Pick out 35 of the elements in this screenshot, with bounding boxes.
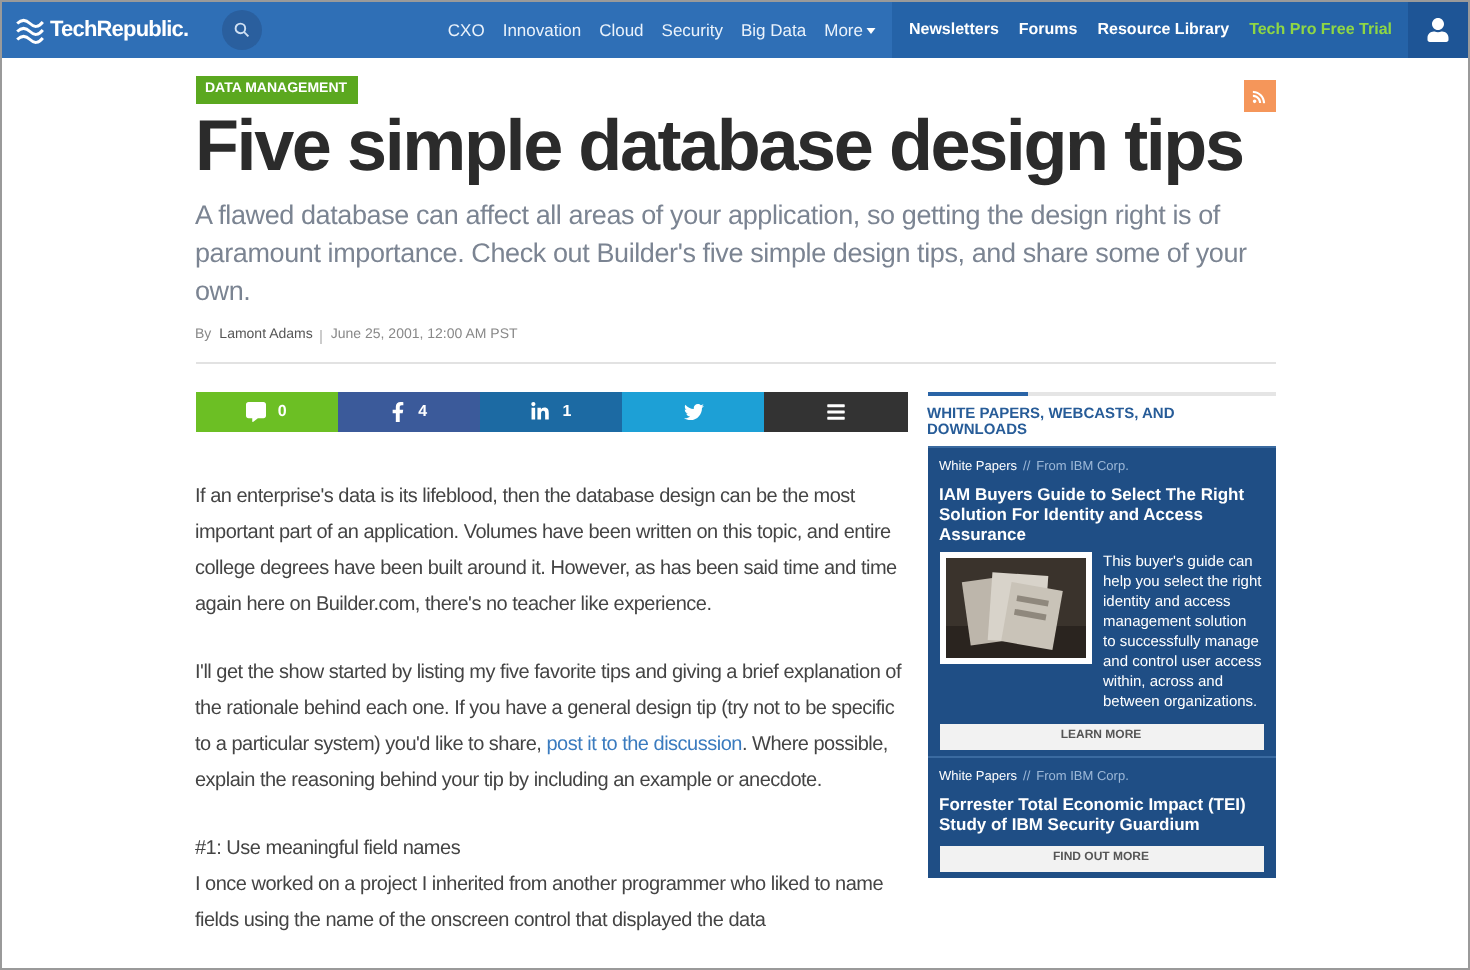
promo-title[interactable]: Forrester Total Economic Impact (TEI) Study of IBM Security Guardium xyxy=(939,793,1263,833)
account-button[interactable] xyxy=(1408,2,1468,58)
utility-link[interactable]: Tech Pro Free Trial xyxy=(1249,18,1392,42)
search-button[interactable] xyxy=(222,10,262,50)
body-paragraph: I once worked on a project I inherited from another programmer who liked to name fields using the name of the onscreen control that displayed the data xyxy=(195,871,886,935)
nav-link[interactable]: Big Data xyxy=(741,17,807,43)
caret-icon xyxy=(866,27,877,33)
utility-link[interactable]: Forums xyxy=(1018,18,1078,42)
nav-link[interactable]: Security xyxy=(661,17,723,43)
more-share-button[interactable] xyxy=(764,391,908,431)
search-icon xyxy=(234,22,250,38)
utility-link[interactable]: Newsletters xyxy=(908,18,999,42)
linkedin-share-button[interactable]: 1 xyxy=(479,391,623,431)
body-paragraph: If an enterprise's data is its lifeblood, then the database design can be the most important part of an application. Volumes have been written on this topic, and entire college degrees have been built around it. However, as has been said time and time again here on Builder.com, there's no teacher like experience. xyxy=(195,483,899,619)
rss-icon xyxy=(1252,89,1266,103)
menu-icon xyxy=(825,401,846,421)
facebook-icon xyxy=(390,401,407,421)
body-paragraph: I'll get the show started by listing my five favorite tips and giving a brief explanation of the rationale behind each one. If you have a general design tip (try not to be specific to a particular system) you'd like to share, post it to the discussion. Where possible, explain the reasoning behind your tip by including an example or anecdote. xyxy=(195,659,904,795)
nav-link[interactable]: Innovation xyxy=(502,17,582,43)
linkedin-icon xyxy=(530,401,551,421)
article-title: Five simple database design tips xyxy=(195,108,1245,184)
swirl-logo-icon xyxy=(14,16,46,44)
nav-link[interactable]: Cloud xyxy=(599,17,644,43)
utility-link[interactable]: Resource Library xyxy=(1097,18,1230,42)
twitter-icon xyxy=(683,401,704,421)
promo-title[interactable]: IAM Buyers Guide to Select The Right Solution For Identity and Access Assurance xyxy=(939,483,1263,543)
article-summary: A flawed database can affect all areas of your application, so getting the design right is of paramount importance. Check out Builder's five simple design tips, and share some of your own. xyxy=(195,198,1249,310)
site-logo[interactable]: TechRepublic. xyxy=(50,13,189,47)
discussion-link[interactable]: post it to the discussion xyxy=(546,733,742,755)
nav-link[interactable]: CXO xyxy=(447,17,485,43)
nav-link[interactable]: More xyxy=(824,17,877,43)
facebook-share-button[interactable]: 4 xyxy=(337,391,480,431)
user-icon xyxy=(1426,18,1450,42)
comment-icon xyxy=(245,401,266,421)
tip-heading: #1: Use meaningful field names xyxy=(195,835,463,863)
